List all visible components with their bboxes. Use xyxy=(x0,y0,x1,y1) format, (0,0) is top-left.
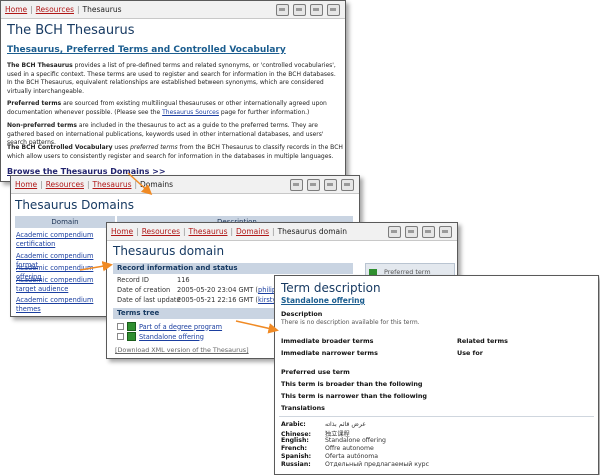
arrow-browse-to-domains xyxy=(127,172,153,196)
flow-arrows xyxy=(79,172,279,334)
arrow-standalone-to-term xyxy=(235,320,279,334)
arrow-offering-to-domain xyxy=(79,261,113,272)
